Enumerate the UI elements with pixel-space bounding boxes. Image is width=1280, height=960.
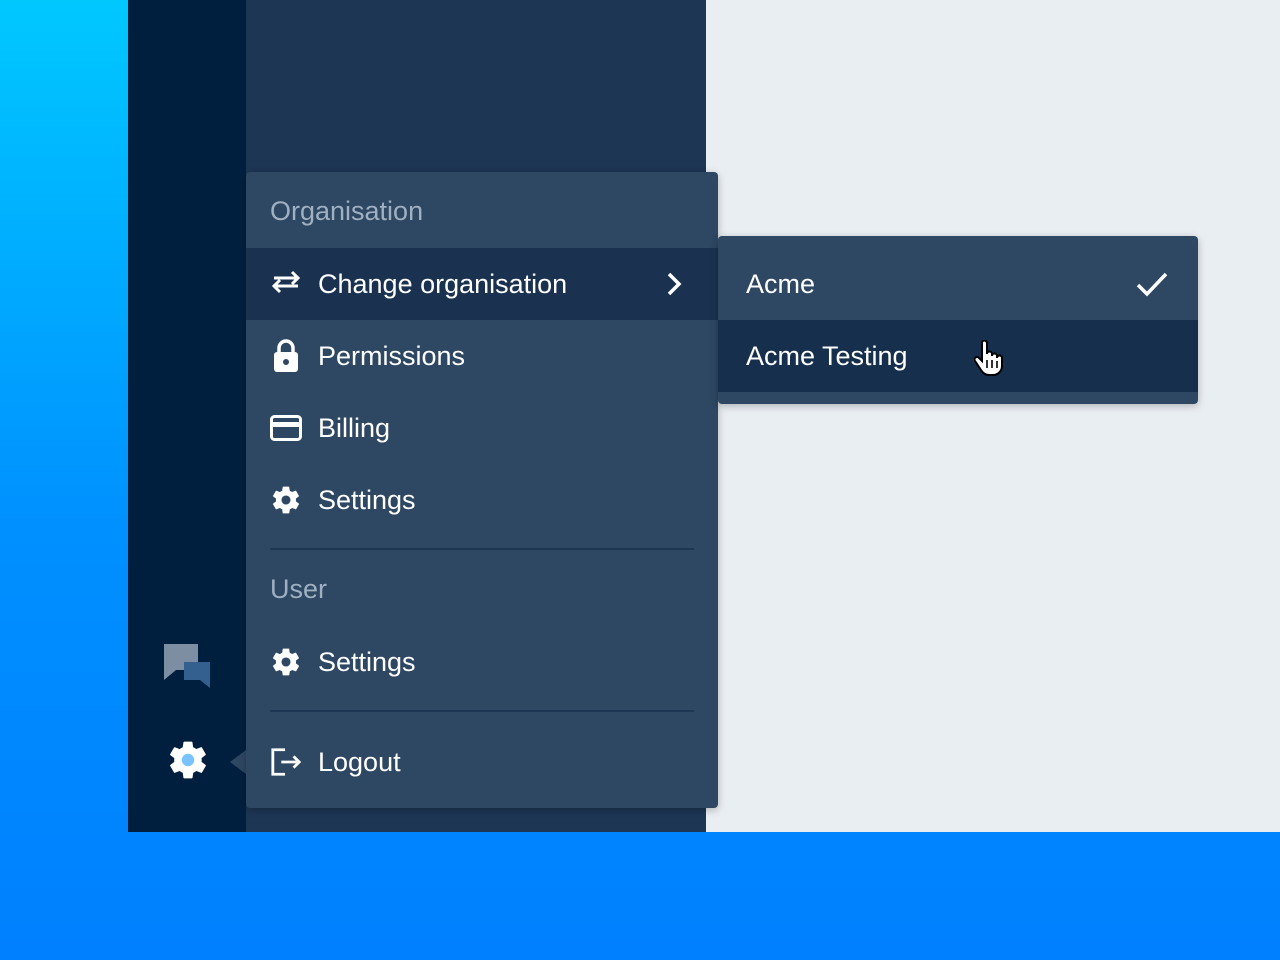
menu-pointer [230, 750, 246, 774]
gear-icon [270, 646, 302, 678]
submenu-item-acme[interactable]: Acme [718, 248, 1198, 320]
submenu-item-label: Acme Testing [746, 340, 908, 371]
gear-icon[interactable] [162, 734, 214, 786]
settings-menu: Organisation Change organisation Permiss… [246, 172, 718, 808]
menu-item-label: Permissions [318, 340, 466, 371]
logout-icon [270, 746, 302, 778]
menu-divider [270, 548, 694, 550]
organisation-submenu: Acme Acme Testing [718, 236, 1198, 404]
menu-item-change-organisation[interactable]: Change organisation [246, 248, 718, 320]
menu-item-label: Settings [318, 646, 416, 677]
menu-item-user-settings[interactable]: Settings [246, 626, 718, 698]
chevron-right-icon [667, 272, 682, 296]
user-heading: User [270, 574, 328, 604]
lock-icon [270, 339, 302, 372]
submenu-item-label: Acme [746, 268, 816, 299]
menu-item-billing[interactable]: Billing [246, 392, 718, 464]
menu-divider [270, 710, 694, 712]
checkmark-icon [1136, 272, 1168, 297]
hand-cursor-icon [974, 340, 1003, 376]
gear-icon [270, 484, 302, 516]
submenu-item-acme-testing[interactable]: Acme Testing [718, 320, 1198, 392]
swap-arrows-icon [270, 268, 302, 300]
menu-item-label: Logout [318, 746, 401, 777]
menu-item-permissions[interactable]: Permissions [246, 320, 718, 392]
chat-icon[interactable] [162, 638, 214, 690]
menu-item-label: Billing [318, 412, 391, 443]
credit-card-icon [270, 412, 302, 444]
icon-rail [128, 0, 246, 832]
menu-item-logout[interactable]: Logout [246, 726, 718, 798]
menu-item-org-settings[interactable]: Settings [246, 464, 718, 536]
menu-item-label: Settings [318, 484, 416, 515]
menu-item-label: Change organisation [318, 268, 568, 299]
organisation-heading: Organisation [270, 196, 424, 226]
